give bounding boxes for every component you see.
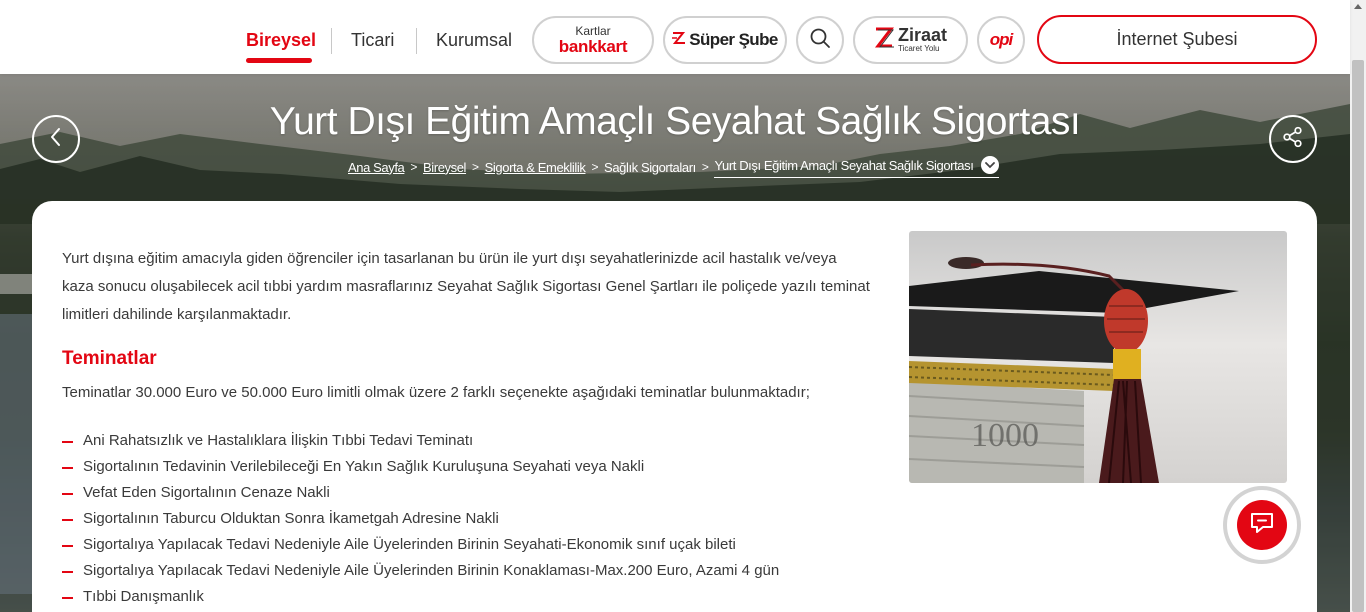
graduation-cap-image: 1000	[909, 231, 1287, 483]
content-card: Yurt dışına eğitim amacıyla giden öğrenc…	[32, 201, 1317, 612]
list-item: Sigortalıya Yapılacak Tedavi Nedeniyle A…	[62, 532, 779, 558]
coverage-list: Ani Rahatsızlık ve Hastalıklara İlişkin …	[62, 428, 779, 610]
search-button[interactable]	[796, 16, 844, 64]
ziraat-logo-icon	[874, 27, 895, 54]
chat-button[interactable]	[1223, 486, 1301, 564]
super-sube-icon	[672, 31, 686, 49]
share-button[interactable]	[1269, 115, 1317, 163]
nav-active-indicator	[246, 58, 312, 63]
list-item: Ani Rahatsızlık ve Hastalıklara İlişkin …	[62, 428, 779, 454]
list-item: Tıbbi Danışmanlık	[62, 584, 779, 610]
breadcrumb-ana-sayfa[interactable]: Ana Sayfa	[348, 160, 405, 175]
nav-kurumsal[interactable]: Kurumsal	[436, 30, 512, 51]
nav-bireysel[interactable]: Bireysel	[246, 30, 316, 51]
opi-logo: opi	[989, 30, 1013, 49]
page-title: Yurt Dışı Eğitim Amaçlı Seyahat Sağlık S…	[269, 100, 1081, 143]
chat-icon	[1249, 511, 1275, 540]
chevron-down-icon[interactable]	[981, 156, 1000, 174]
nav-divider	[331, 28, 332, 54]
breadcrumb-separator: >	[701, 160, 709, 174]
breadcrumb-saglik-sigortalari[interactable]: Sağlık Sigortaları	[604, 160, 696, 175]
section-title-teminatlar: Teminatlar	[62, 348, 157, 369]
breadcrumb-separator: >	[472, 160, 479, 174]
breadcrumb-separator: >	[591, 160, 599, 174]
ziraat-sublabel: Ticaret Yolu	[897, 44, 940, 53]
list-item: Sigortalının Tedavinin Verilebileceği En…	[62, 454, 779, 480]
site-header: Bireysel Ticari Kurumsal Kartlar bankkar…	[0, 0, 1350, 74]
opi-button[interactable]: opi	[977, 16, 1025, 64]
ziraat-ticaret-yolu-button[interactable]: Ziraat Ticaret Yolu	[853, 16, 968, 64]
breadcrumb-sigorta-emeklilik[interactable]: Sigorta & Emeklilik	[485, 160, 586, 175]
list-item: Sigortalıya Yapılacak Tedavi Nedeniyle A…	[62, 558, 779, 584]
intro-paragraph: Yurt dışına eğitim amacıyla giden öğrenc…	[62, 250, 870, 323]
breadcrumb-current-label: Yurt Dışı Eğitim Amaçlı Seyahat Sağlık S…	[714, 157, 974, 173]
bankkart-button[interactable]: Kartlar bankkart	[532, 16, 654, 64]
nav-divider	[416, 28, 417, 54]
nav-ticari[interactable]: Ticari	[351, 30, 394, 51]
super-sube-label: Süper Şube	[689, 30, 778, 49]
section-description: Teminatlar 30.000 Euro ve 50.000 Euro li…	[62, 384, 810, 401]
list-item: Sigortalının Taburcu Olduktan Sonra İkam…	[62, 506, 779, 532]
chat-button-inner	[1237, 500, 1287, 550]
bankkart-logo: bankkart	[558, 37, 628, 56]
breadcrumb-separator: >	[410, 160, 417, 174]
super-sube-button[interactable]: Süper Şube	[663, 16, 787, 64]
ziraat-label: Ziraat	[897, 25, 948, 45]
internet-subesi-button[interactable]: İnternet Şubesi	[1037, 15, 1317, 64]
banknote-number: 1000	[971, 417, 1039, 454]
breadcrumb-bireysel[interactable]: Bireysel	[423, 160, 466, 175]
scroll-up-arrow-icon[interactable]	[1354, 4, 1362, 9]
scrollbar-thumb[interactable]	[1352, 60, 1364, 612]
share-icon	[1282, 126, 1304, 153]
breadcrumb-current[interactable]: Yurt Dışı Eğitim Amaçlı Seyahat Sağlık S…	[714, 156, 1000, 178]
breadcrumb: Ana Sayfa > Bireysel > Sigorta & Emeklil…	[348, 156, 1000, 178]
list-item: Vefat Eden Sigortalının Cenaze Nakli	[62, 480, 779, 506]
search-icon	[809, 27, 831, 54]
